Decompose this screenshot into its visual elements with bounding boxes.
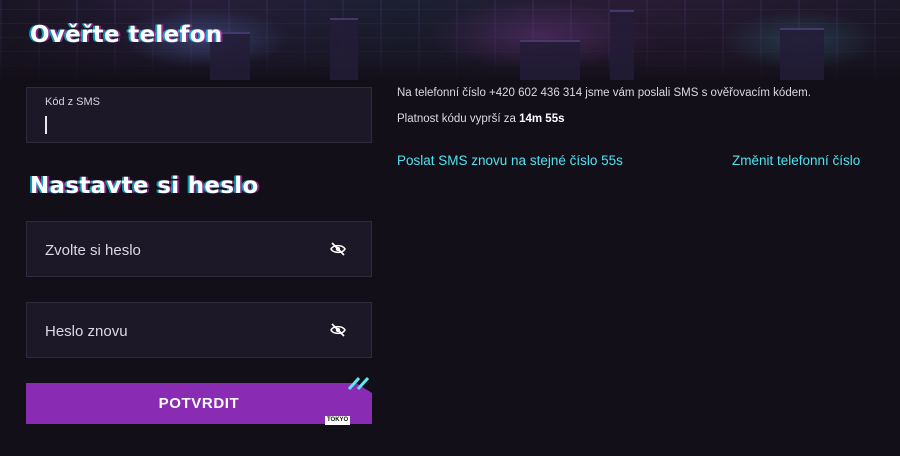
text-caret [45, 116, 47, 134]
tokyo-badge: TOKYO [325, 416, 351, 425]
sms-code-input[interactable] [43, 114, 353, 136]
double-slash-decoration-icon [347, 376, 370, 391]
page: Ověřte telefon Kód z SMS Nastavte si hes… [0, 0, 900, 456]
eye-slash-icon[interactable] [329, 241, 347, 257]
set-password-heading: Nastavte si heslo [30, 173, 259, 199]
sms-sent-info: Na telefonní číslo +420 602 436 314 jsme… [397, 87, 811, 99]
resend-sms-link[interactable]: Poslat SMS znovu na stejné číslo 55s [397, 153, 623, 168]
verify-phone-heading: Ověřte telefon [30, 22, 223, 48]
code-validity-info: Platnost kódu vyprší za 14m 55s [397, 113, 565, 125]
password-confirm-field[interactable] [26, 302, 372, 358]
eye-slash-icon[interactable] [329, 322, 347, 338]
confirm-button[interactable]: POTVRDIT [26, 383, 372, 424]
change-phone-link[interactable]: Změnit telefonní číslo [732, 153, 860, 168]
validity-time: 14m 55s [519, 113, 565, 125]
confirm-button-label: POTVRDIT [158, 395, 240, 412]
password-confirm-input[interactable] [45, 320, 315, 342]
validity-prefix: Platnost kódu vyprší za [397, 113, 520, 125]
sms-code-field[interactable]: Kód z SMS [26, 87, 372, 143]
sms-code-label: Kód z SMS [45, 96, 101, 108]
password-field[interactable] [26, 221, 372, 277]
password-input[interactable] [45, 239, 315, 261]
